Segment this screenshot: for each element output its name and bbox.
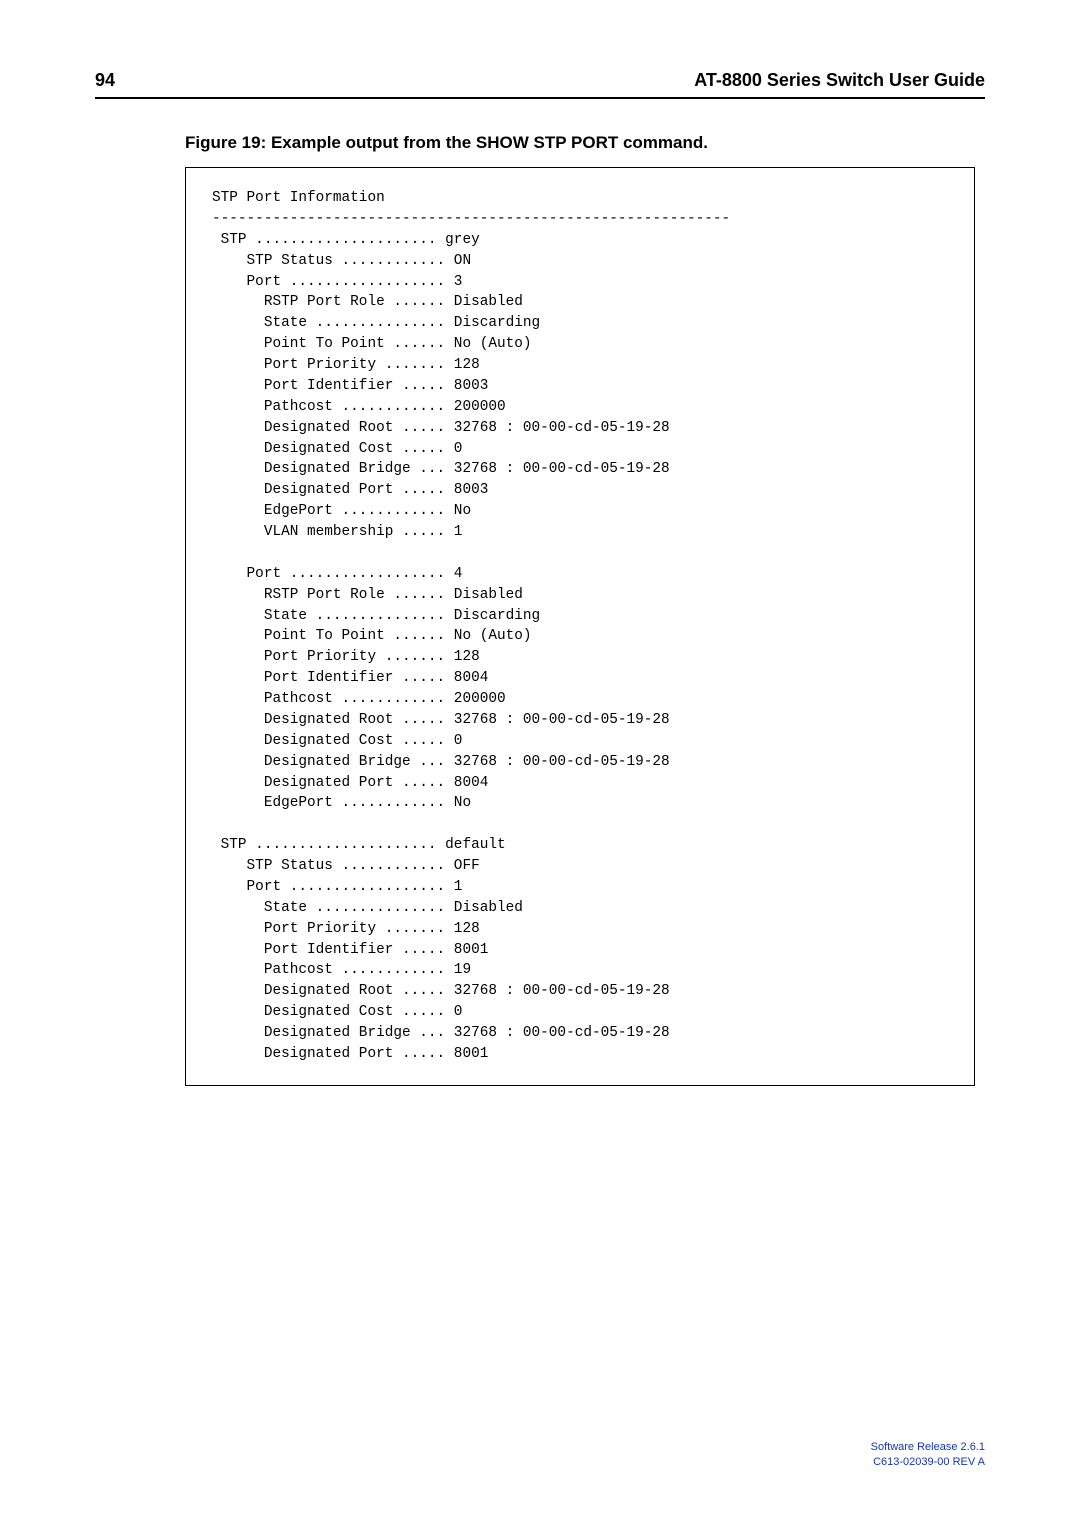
code-output-box: STP Port Information -------------------… <box>185 167 975 1086</box>
figure-caption: Figure 19: Example output from the SHOW … <box>185 133 985 153</box>
footer-release: Software Release 2.6.1 <box>871 1440 985 1455</box>
document-page: 94 AT-8800 Series Switch User Guide Figu… <box>0 0 1080 1528</box>
guide-title: AT-8800 Series Switch User Guide <box>694 70 985 91</box>
footer-docnum: C613-02039-00 REV A <box>871 1455 985 1470</box>
page-header: 94 AT-8800 Series Switch User Guide <box>95 70 985 99</box>
page-footer: Software Release 2.6.1 C613-02039-00 REV… <box>871 1440 985 1470</box>
page-number: 94 <box>95 70 115 91</box>
